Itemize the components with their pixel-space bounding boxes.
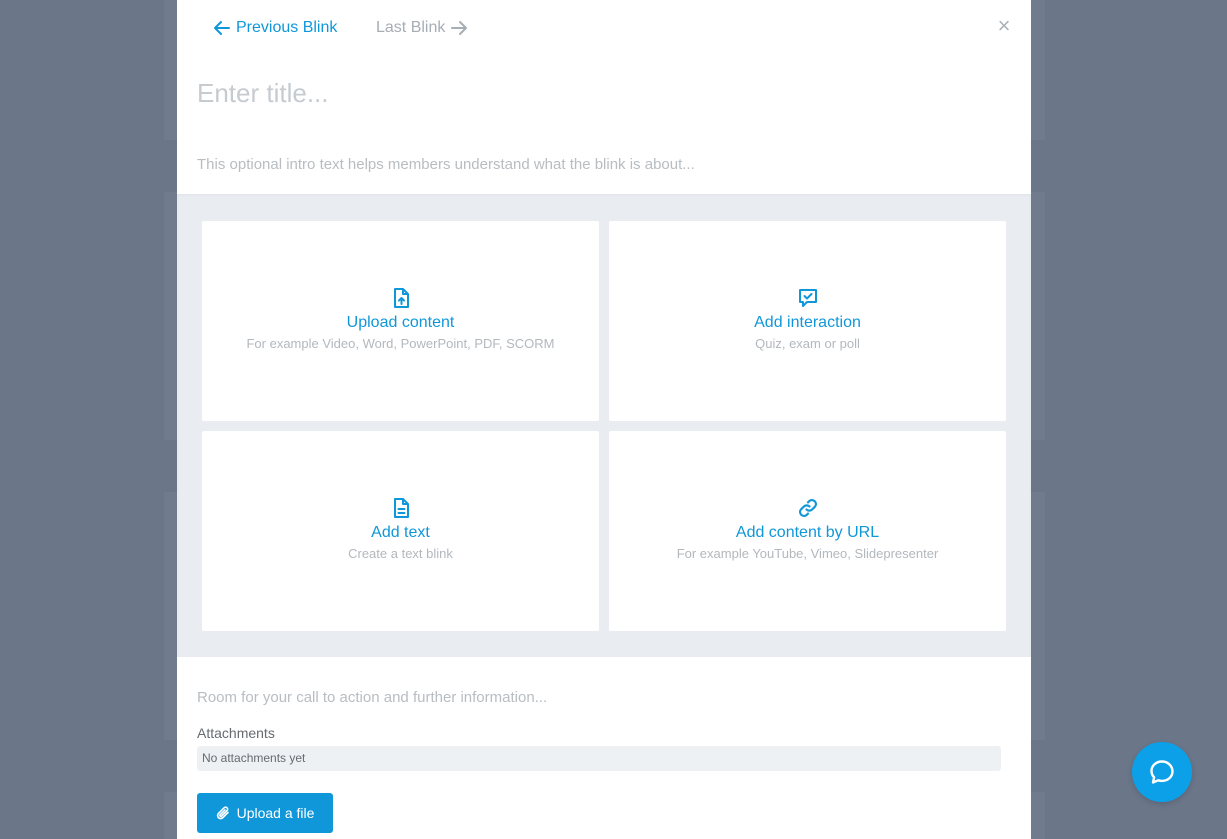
- card-title: Add interaction: [754, 314, 861, 331]
- link-icon: [798, 497, 818, 519]
- card-subtitle: Create a text blink: [348, 546, 453, 561]
- title-input[interactable]: [197, 74, 997, 112]
- attachments-label: Attachments: [197, 725, 275, 741]
- previous-blink-button[interactable]: Previous Blink: [213, 17, 337, 39]
- modal-navigation: Previous Blink Last Blink ×: [177, 0, 1031, 56]
- blink-editor-modal: Previous Blink Last Blink × Upload conte…: [177, 0, 1031, 839]
- call-to-action-input[interactable]: [197, 686, 997, 708]
- content-options-area: Upload content For example Video, Word, …: [177, 194, 1031, 657]
- close-icon[interactable]: ×: [995, 14, 1013, 38]
- card-subtitle: Quiz, exam or poll: [755, 336, 860, 351]
- add-content-by-url-card[interactable]: Add content by URL For example YouTube, …: [609, 431, 1006, 631]
- previous-blink-label: Previous Blink: [236, 19, 338, 36]
- add-interaction-card[interactable]: Add interaction Quiz, exam or poll: [609, 221, 1006, 421]
- card-title: Add text: [371, 524, 430, 541]
- paperclip-icon: [216, 806, 229, 820]
- attachments-empty-state: No attachments yet: [197, 746, 1001, 771]
- card-subtitle: For example Video, Word, PowerPoint, PDF…: [246, 336, 555, 351]
- message-check-icon: [798, 287, 818, 309]
- last-blink-button[interactable]: Last Blink: [376, 17, 468, 39]
- card-subtitle: For example YouTube, Vimeo, Slidepresent…: [676, 546, 939, 561]
- file-text-icon: [391, 497, 411, 519]
- last-blink-label: Last Blink: [376, 19, 446, 36]
- card-title: Upload content: [346, 314, 455, 331]
- intro-text-input[interactable]: [197, 153, 997, 175]
- chat-launcher-button[interactable]: [1132, 742, 1192, 802]
- upload-file-button[interactable]: Upload a file: [197, 793, 333, 833]
- chat-bubble-icon: [1150, 760, 1174, 784]
- upload-content-card[interactable]: Upload content For example Video, Word, …: [202, 221, 599, 421]
- card-title: Add content by URL: [735, 524, 880, 541]
- arrow-right-icon: [451, 21, 468, 35]
- upload-file-label: Upload a file: [236, 805, 315, 821]
- file-upload-icon: [391, 287, 411, 309]
- arrow-left-icon: [214, 21, 230, 35]
- add-text-card[interactable]: Add text Create a text blink: [202, 431, 599, 631]
